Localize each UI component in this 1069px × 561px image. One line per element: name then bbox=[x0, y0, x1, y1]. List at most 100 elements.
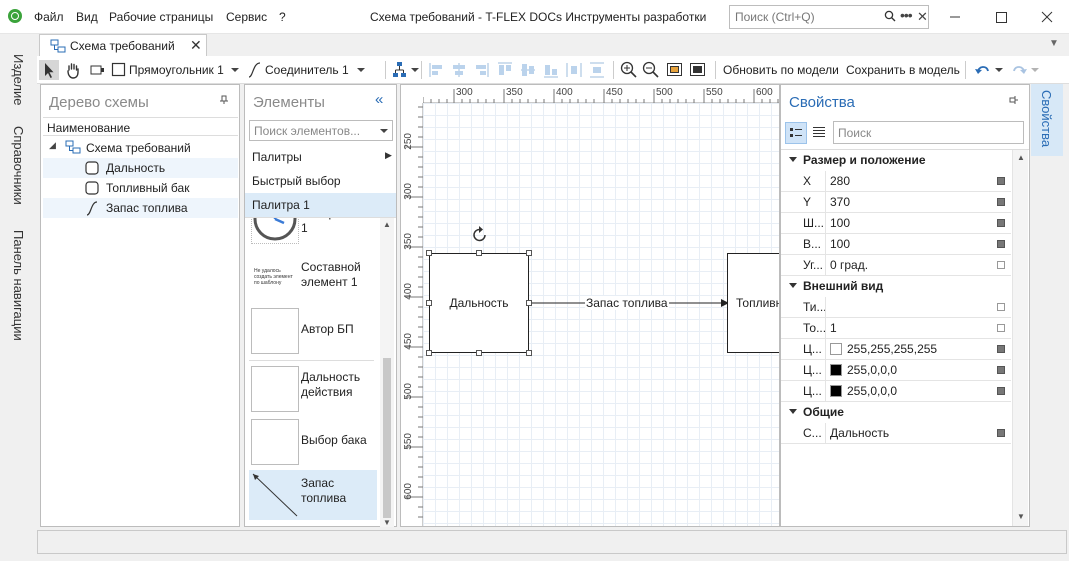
zoom-fit-button[interactable] bbox=[665, 60, 685, 80]
property-row-height[interactable]: В... 100 bbox=[781, 234, 1011, 255]
categorized-view-button[interactable] bbox=[785, 122, 807, 144]
resize-handle[interactable] bbox=[526, 300, 532, 306]
properties-search-input[interactable] bbox=[838, 126, 1018, 140]
scrollbar-thumb[interactable] bbox=[383, 358, 391, 518]
category-quick-select[interactable]: Быстрый выбор bbox=[245, 169, 396, 193]
property-menu-icon[interactable] bbox=[997, 387, 1005, 395]
property-menu-icon[interactable] bbox=[997, 366, 1005, 374]
property-menu-icon[interactable] bbox=[997, 324, 1005, 332]
redo-button[interactable] bbox=[1009, 60, 1041, 80]
menu-workpages[interactable]: Рабочие страницы bbox=[109, 10, 213, 24]
alphabetical-view-button[interactable] bbox=[809, 122, 831, 144]
palette-item-range[interactable]: Дальность действия bbox=[249, 364, 377, 414]
property-menu-icon[interactable] bbox=[997, 177, 1005, 185]
tree-item-fuel-tank[interactable]: Топливный бак bbox=[43, 178, 238, 198]
align-top-button[interactable] bbox=[496, 60, 514, 80]
resize-handle[interactable] bbox=[426, 300, 432, 306]
align-middle-button[interactable] bbox=[519, 60, 537, 80]
property-row-color-text[interactable]: Ц... 255,0,0,0 bbox=[781, 381, 1011, 402]
palette-scrollbar[interactable]: ▲ ▼ bbox=[380, 218, 394, 527]
property-value[interactable]: 255,0,0,0 bbox=[847, 363, 897, 377]
rotate-icon[interactable] bbox=[470, 225, 490, 245]
shape-range[interactable]: Дальность bbox=[429, 253, 529, 353]
collapse-triangle-icon[interactable] bbox=[789, 409, 797, 414]
property-value[interactable]: 370 bbox=[830, 195, 850, 209]
chevron-down-icon[interactable]: ▼ bbox=[1049, 38, 1059, 49]
zoom-in-button[interactable] bbox=[619, 60, 639, 80]
save-to-model-button[interactable]: Сохранить в модель bbox=[846, 63, 960, 77]
connector-label[interactable]: Запас топлива bbox=[585, 296, 669, 310]
collapse-triangle-icon[interactable]: ◢ bbox=[49, 140, 56, 151]
property-value[interactable]: 255,0,0,0 bbox=[847, 384, 897, 398]
color-swatch[interactable] bbox=[830, 343, 842, 355]
pin-icon[interactable] bbox=[1009, 95, 1019, 105]
scroll-up-icon[interactable]: ▲ bbox=[1017, 153, 1025, 162]
property-row-color-line[interactable]: Ц... 255,0,0,0 bbox=[781, 360, 1011, 381]
fit-view-button[interactable] bbox=[87, 60, 107, 80]
property-value[interactable]: 100 bbox=[830, 216, 850, 230]
properties-scrollbar[interactable]: ▲ ▼ bbox=[1012, 150, 1028, 526]
tab-requirements-diagram[interactable]: Схема требований ✕ bbox=[39, 34, 207, 57]
resize-handle[interactable] bbox=[526, 350, 532, 356]
resize-handle[interactable] bbox=[526, 250, 532, 256]
nav-tab-navigation-panel[interactable]: Панель навигации bbox=[11, 230, 26, 341]
property-menu-icon[interactable] bbox=[997, 219, 1005, 227]
property-row-x[interactable]: X 280 bbox=[781, 171, 1011, 192]
collapse-triangle-icon[interactable] bbox=[789, 283, 797, 288]
align-center-button[interactable] bbox=[450, 60, 468, 80]
align-bottom-button[interactable] bbox=[542, 60, 560, 80]
palette-item-fuel-reserve[interactable]: Запас топлива bbox=[249, 470, 377, 520]
distribute-vertical-button[interactable] bbox=[588, 60, 606, 80]
undo-button[interactable] bbox=[973, 60, 1005, 80]
category-palettes[interactable]: Палитры ▶ bbox=[245, 145, 396, 169]
global-search-input[interactable] bbox=[735, 10, 875, 24]
properties-search[interactable] bbox=[833, 121, 1024, 144]
elements-search-input[interactable] bbox=[254, 124, 372, 138]
search-icon[interactable] bbox=[884, 10, 896, 22]
property-value[interactable]: Дальность bbox=[830, 426, 889, 440]
palette-item-author[interactable]: Автор БП bbox=[249, 306, 377, 356]
pointer-tool-button[interactable] bbox=[39, 60, 59, 80]
property-row-type[interactable]: Ти... bbox=[781, 297, 1011, 318]
menu-view[interactable]: Вид bbox=[76, 10, 98, 24]
resize-handle[interactable] bbox=[476, 350, 482, 356]
close-icon[interactable]: ✕ bbox=[917, 9, 928, 25]
scroll-down-icon[interactable]: ▼ bbox=[1017, 512, 1025, 521]
pan-tool-button[interactable] bbox=[63, 60, 83, 80]
maximize-button[interactable] bbox=[978, 0, 1024, 34]
connector-tool-dropdown[interactable]: Соединитель 1 bbox=[247, 60, 377, 80]
property-value[interactable]: 255,255,255,255 bbox=[847, 342, 937, 356]
distribute-horizontal-button[interactable] bbox=[565, 60, 583, 80]
menu-service[interactable]: Сервис bbox=[226, 10, 267, 24]
property-menu-icon[interactable] bbox=[997, 261, 1005, 269]
property-row-thickness[interactable]: То... 1 bbox=[781, 318, 1011, 339]
resize-handle[interactable] bbox=[426, 350, 432, 356]
scroll-down-icon[interactable]: ▼ bbox=[383, 518, 391, 527]
property-row-width[interactable]: Ш... 100 bbox=[781, 213, 1011, 234]
nav-tab-properties[interactable]: Свойства bbox=[1031, 84, 1063, 156]
more-options-icon[interactable]: ••• bbox=[900, 7, 913, 23]
global-search[interactable]: ••• ✕ bbox=[729, 5, 929, 29]
palette-item-image[interactable]: Изображен... 1 bbox=[249, 218, 377, 246]
pin-icon[interactable] bbox=[219, 95, 229, 105]
minimize-button[interactable] bbox=[932, 0, 978, 34]
align-right-button[interactable] bbox=[473, 60, 491, 80]
zoom-out-button[interactable] bbox=[641, 60, 661, 80]
property-row-color-fill[interactable]: Ц... 255,255,255,255 bbox=[781, 339, 1011, 360]
layout-dropdown[interactable] bbox=[391, 60, 421, 80]
color-swatch[interactable] bbox=[830, 385, 842, 397]
property-row-angle[interactable]: Уг... 0 град. bbox=[781, 255, 1011, 276]
tree-item-root[interactable]: ◢ Схема требований bbox=[43, 138, 238, 158]
menu-file[interactable]: Файл bbox=[34, 10, 64, 24]
chevron-down-icon[interactable] bbox=[380, 129, 388, 133]
property-row-y[interactable]: Y 370 bbox=[781, 192, 1011, 213]
property-value[interactable]: 280 bbox=[830, 174, 850, 188]
align-left-button[interactable] bbox=[427, 60, 445, 80]
collapse-triangle-icon[interactable] bbox=[789, 157, 797, 162]
rectangle-tool-dropdown[interactable]: Прямоугольник 1 bbox=[111, 60, 241, 80]
elements-search[interactable] bbox=[249, 120, 393, 141]
close-window-button[interactable] bbox=[1024, 0, 1069, 34]
section-appearance[interactable]: Внешний вид bbox=[781, 276, 1011, 297]
collapse-left-icon[interactable]: « bbox=[375, 91, 383, 108]
menu-help[interactable]: ? bbox=[279, 10, 286, 24]
